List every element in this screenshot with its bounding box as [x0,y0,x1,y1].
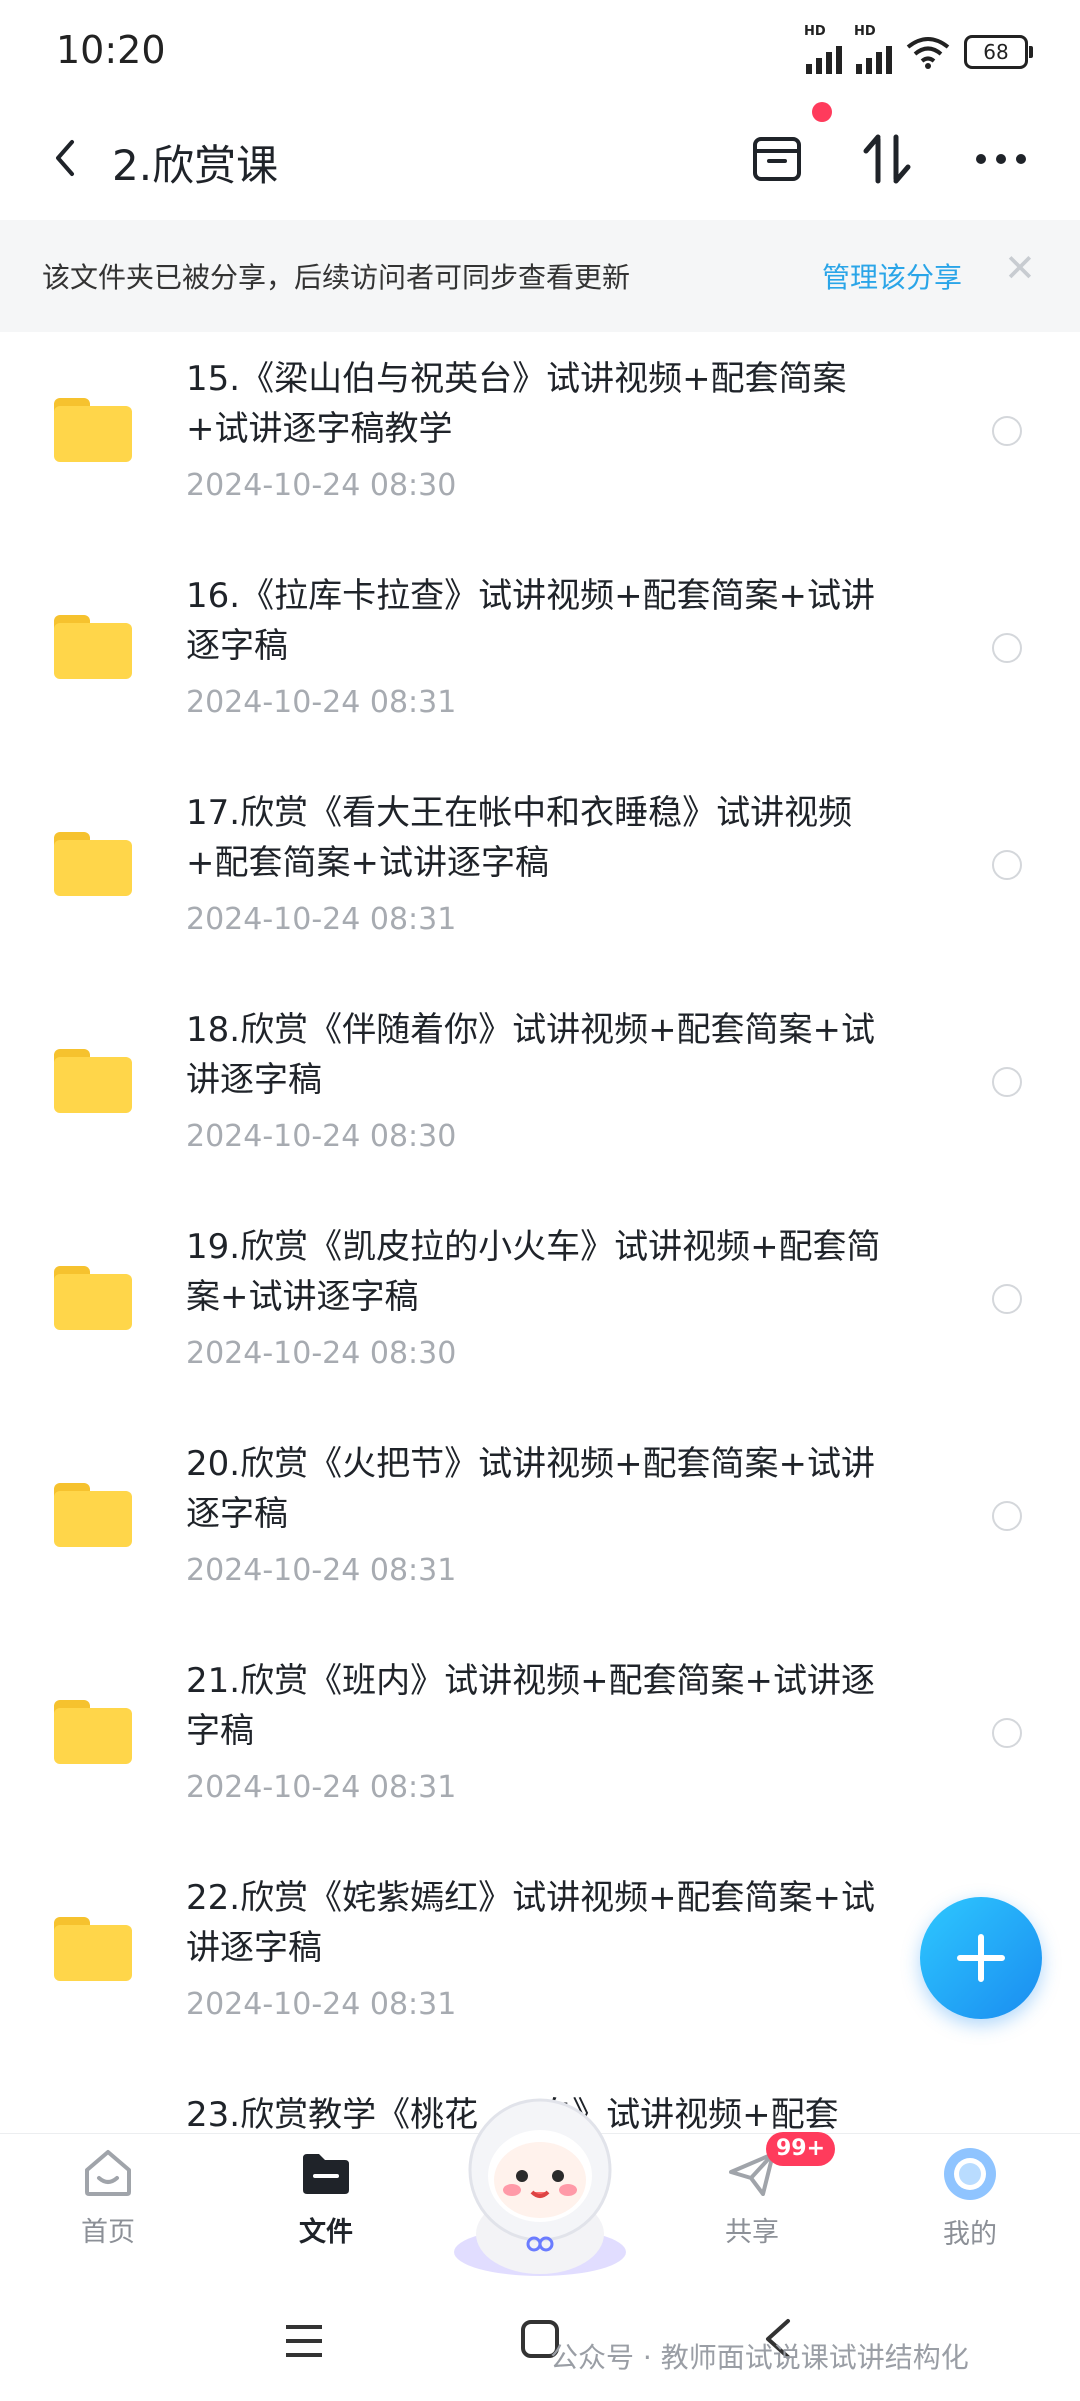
back-button[interactable] [40,128,88,188]
file-name: 16.《拉库卡拉查》试讲视频+配套简案+试讲 逐字稿 [186,576,876,666]
archive-icon [753,137,801,181]
ai-assistant-button[interactable] [442,2084,638,2280]
nav-files[interactable]: 文件 [256,2146,396,2249]
chevron-left-icon [56,140,74,176]
transfer-arrows-icon [863,134,911,184]
battery-icon: 68 [964,35,1033,69]
more-dots-icon [976,154,1026,164]
folder-icon [54,1049,132,1113]
list-item[interactable]: 16.《拉库卡拉查》试讲视频+配套简案+试讲 逐字稿 2024-10-24 08:… [0,549,1080,766]
select-radio[interactable] [992,1501,1022,1531]
page-title: 2.欣赏课 [112,141,279,190]
select-radio[interactable] [992,416,1022,446]
status-bar: 10:20 HD HD 68 [0,0,1080,100]
folder-icon [54,615,132,679]
transfer-button[interactable] [852,124,922,194]
folder-icon [54,398,132,462]
signal-icon-2: HD [854,24,892,74]
status-time: 10:20 [56,28,166,72]
plus-icon [957,1934,1005,1982]
folder-icon [54,832,132,896]
more-button[interactable] [966,124,1036,194]
file-name: 19.欣赏《凯皮拉的小火车》试讲视频+配套简 案+试讲逐字稿 [186,1227,881,1317]
select-radio[interactable] [992,1284,1022,1314]
status-icons: HD HD 68 [804,24,1033,74]
select-radio[interactable] [992,1718,1022,1748]
signal-icon: HD [804,24,842,74]
select-radio[interactable] [992,1067,1022,1097]
file-date: 2024-10-24 08:30 [186,468,457,503]
share-badge: 99+ [766,2132,836,2166]
file-date: 2024-10-24 08:31 [186,1987,457,2022]
add-button[interactable] [920,1897,1042,2019]
share-banner: 该文件夹已被分享，后续访问者可同步查看更新 管理该分享 ✕ [0,220,1080,332]
hd-label: HD [804,24,826,39]
close-icon[interactable]: ✕ [1004,248,1036,288]
folder-icon [54,1917,132,1981]
file-name: 15.《梁山伯与祝英台》试讲视频+配套简案 +试讲逐字稿教学 [186,359,847,449]
list-item[interactable]: 15.《梁山伯与祝英台》试讲视频+配套简案 +试讲逐字稿教学 2024-10-24… [0,332,1080,549]
avatar-icon [944,2148,996,2200]
hd-label-2: HD [854,24,876,39]
file-date: 2024-10-24 08:30 [186,1119,457,1154]
list-item[interactable]: 20.欣赏《火把节》试讲视频+配套简案+试讲 逐字稿 2024-10-24 08:… [0,1417,1080,1634]
file-name: 22.欣赏《姹紫嫣红》试讲视频+配套简案+试 讲逐字稿 [186,1878,876,1968]
nav-files-label: 文件 [299,2217,353,2248]
select-radio[interactable] [992,850,1022,880]
list-item[interactable]: 22.欣赏《姹紫嫣红》试讲视频+配套简案+试 讲逐字稿 2024-10-24 08… [0,1851,1080,2068]
folder-icon [54,1266,132,1330]
notification-dot [812,102,832,122]
file-date: 2024-10-24 08:30 [186,1336,457,1371]
banner-text: 该文件夹已被分享，后续访问者可同步查看更新 [42,261,631,294]
file-name: 18.欣赏《伴随着你》试讲视频+配套简案+试 讲逐字稿 [186,1010,876,1100]
list-item[interactable]: 17.欣赏《看大王在帐中和衣睡稳》试讲视频 +配套简案+试讲逐字稿 2024-10… [0,766,1080,983]
file-date: 2024-10-24 08:31 [186,902,457,937]
folder-icon [54,1700,132,1764]
folder-nav-icon [303,2154,349,2194]
menu-icon[interactable] [284,2321,324,2361]
archive-button[interactable] [742,124,812,194]
file-list: 15.《梁山伯与祝英台》试讲视频+配套简案 +试讲逐字稿教学 2024-10-24… [0,332,1080,2132]
file-name: 21.欣赏《班内》试讲视频+配套简案+试讲逐 字稿 [186,1661,876,1751]
list-item[interactable]: 21.欣赏《班内》试讲视频+配套简案+试讲逐 字稿 2024-10-24 08:3… [0,1634,1080,1851]
astronaut-mascot-icon [454,2098,626,2276]
nav-me-label: 我的 [943,2219,997,2250]
nav-share-label: 共享 [725,2217,779,2248]
wifi-icon [906,37,950,69]
watermark: 公众号 · 教师面试说课试讲结构化 [550,2341,969,2374]
nav-home-label: 首页 [81,2217,135,2248]
select-radio[interactable] [992,633,1022,663]
nav-home[interactable]: 首页 [38,2146,178,2249]
file-name: 20.欣赏《火把节》试讲视频+配套简案+试讲 逐字稿 [186,1444,876,1534]
file-name: 17.欣赏《看大王在帐中和衣睡稳》试讲视频 +配套简案+试讲逐字稿 [186,793,853,883]
nav-me[interactable]: 我的 [900,2146,1040,2251]
file-date: 2024-10-24 08:31 [186,1553,457,1588]
top-app-bar: 2.欣赏课 [0,100,1080,220]
folder-icon [54,1483,132,1547]
manage-share-link[interactable]: 管理该分享 [822,256,962,296]
file-date: 2024-10-24 08:31 [186,685,457,720]
list-item[interactable]: 19.欣赏《凯皮拉的小火车》试讲视频+配套简 案+试讲逐字稿 2024-10-24… [0,1200,1080,1417]
file-date: 2024-10-24 08:31 [186,1770,457,1805]
home-icon [85,2150,131,2196]
list-item[interactable]: 18.欣赏《伴随着你》试讲视频+配套简案+试 讲逐字稿 2024-10-24 08… [0,983,1080,1200]
